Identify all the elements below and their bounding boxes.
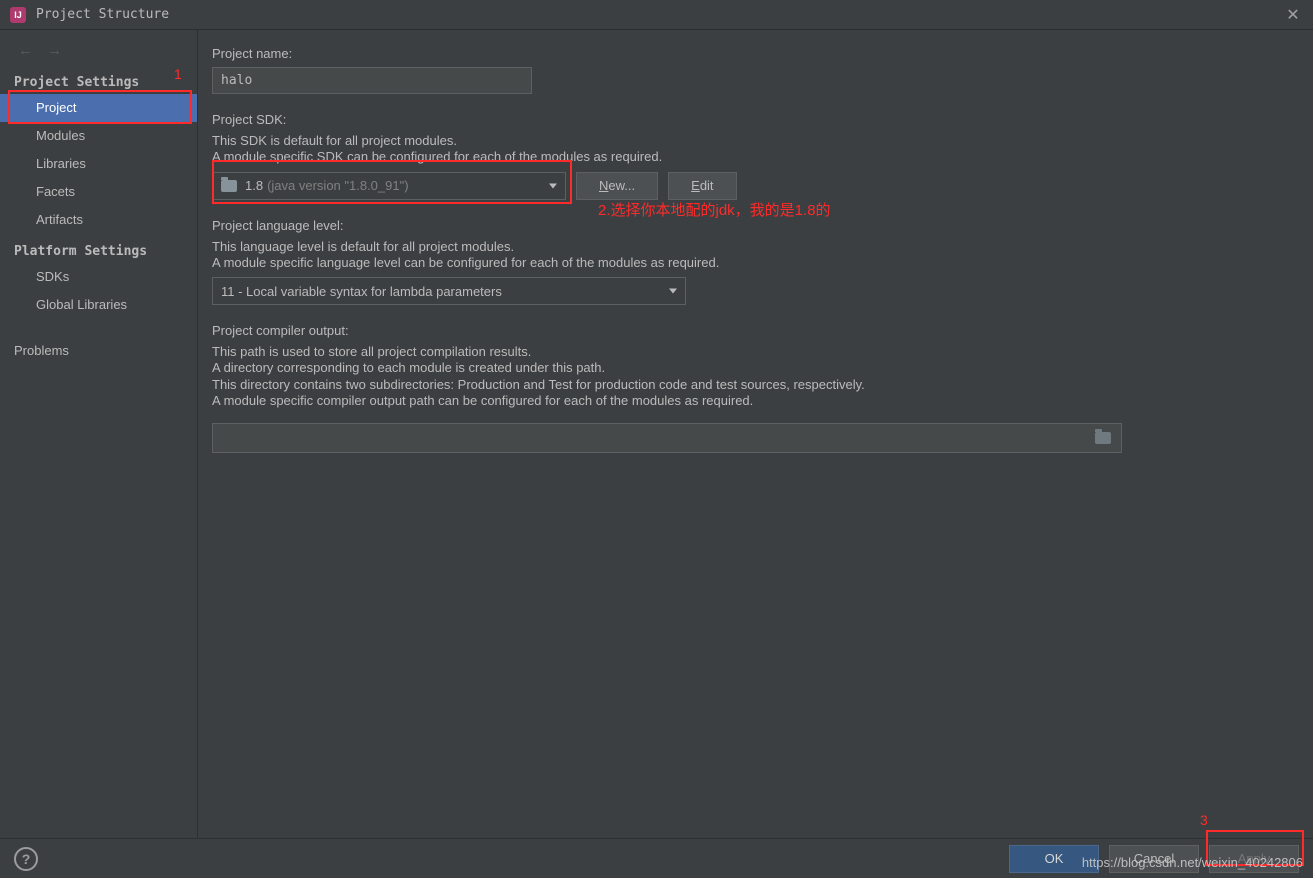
lang-level-desc2: A module specific language level can be … (212, 255, 1293, 271)
sidebar-item-sdks[interactable]: SDKs (0, 263, 197, 291)
compiler-output-label: Project compiler output: (212, 323, 1293, 338)
help-icon[interactable]: ? (14, 847, 38, 871)
section-platform-settings: Platform Settings (0, 240, 197, 263)
sidebar-item-modules[interactable]: Modules (0, 122, 197, 150)
app-icon: IJ (10, 7, 26, 23)
section-project-settings: Project Settings (0, 71, 197, 94)
nav-forward-icon[interactable]: → (47, 42, 62, 59)
lang-level-desc1: This language level is default for all p… (212, 239, 1293, 255)
sidebar-item-label: Facets (36, 184, 75, 199)
project-sdk-combo[interactable]: 1.8 (java version "1.8.0_91") (212, 172, 566, 200)
sidebar-item-label: SDKs (36, 269, 69, 284)
sidebar-item-label: Modules (36, 128, 85, 143)
nav-arrows: ← → (0, 34, 197, 71)
chevron-down-icon (669, 289, 677, 294)
sidebar-item-project[interactable]: Project (0, 94, 197, 122)
compiler-output-desc3: This directory contains two subdirectori… (212, 377, 1293, 393)
compiler-output-desc2: A directory corresponding to each module… (212, 360, 1293, 376)
sidebar-item-global-libraries[interactable]: Global Libraries (0, 291, 197, 319)
project-sdk-desc1: This SDK is default for all project modu… (212, 133, 1293, 149)
main-panel: Project name: Project SDK: This SDK is d… (198, 30, 1313, 838)
edit-sdk-button[interactable]: Edit (668, 172, 736, 200)
project-name-input[interactable] (212, 67, 532, 94)
sidebar-item-label: Problems (14, 343, 69, 358)
project-sdk-label: Project SDK: (212, 112, 1293, 127)
chevron-down-icon (549, 183, 557, 188)
new-sdk-button[interactable]: New... (576, 172, 658, 200)
sidebar-item-facets[interactable]: Facets (0, 178, 197, 206)
sidebar-item-label: Global Libraries (36, 297, 127, 312)
button-label: OK (1045, 851, 1064, 866)
button-label: New... (599, 178, 635, 193)
sidebar-item-label: Project (36, 100, 76, 115)
nav-back-icon[interactable]: ← (18, 42, 33, 59)
project-sdk-desc2: A module specific SDK can be configured … (212, 149, 1293, 165)
lang-level-combo[interactable]: 11 - Local variable syntax for lambda pa… (212, 277, 686, 305)
browse-folder-icon[interactable] (1095, 432, 1111, 444)
project-name-label: Project name: (212, 46, 1293, 61)
sidebar-item-artifacts[interactable]: Artifacts (0, 206, 197, 234)
annotation-number-3: 3 (1200, 812, 1208, 828)
watermark: https://blog.csdn.net/weixin_40242806 (1082, 855, 1303, 870)
sidebar-item-problems[interactable]: Problems (0, 337, 197, 365)
close-icon[interactable]: ✕ (1283, 5, 1303, 25)
compiler-output-input[interactable] (212, 423, 1122, 453)
sdk-value: 1.8 (245, 178, 263, 193)
window-title: Project Structure (36, 7, 169, 22)
button-label: Edit (691, 178, 713, 193)
compiler-output-desc1: This path is used to store all project c… (212, 344, 1293, 360)
sdk-version: (java version "1.8.0_91") (267, 178, 408, 193)
titlebar: IJ Project Structure ✕ (0, 0, 1313, 30)
lang-level-value: 11 - Local variable syntax for lambda pa… (221, 284, 502, 299)
annotation-text-2: 2.选择你本地配的jdk，我的是1.8的 (598, 199, 831, 220)
sidebar-item-label: Artifacts (36, 212, 83, 227)
sdk-folder-icon (221, 180, 237, 192)
sidebar: ← → Project Settings Project Modules Lib… (0, 30, 198, 838)
sidebar-item-label: Libraries (36, 156, 86, 171)
sidebar-item-libraries[interactable]: Libraries (0, 150, 197, 178)
annotation-number-1: 1 (174, 66, 182, 82)
compiler-output-desc4: A module specific compiler output path c… (212, 393, 1293, 409)
